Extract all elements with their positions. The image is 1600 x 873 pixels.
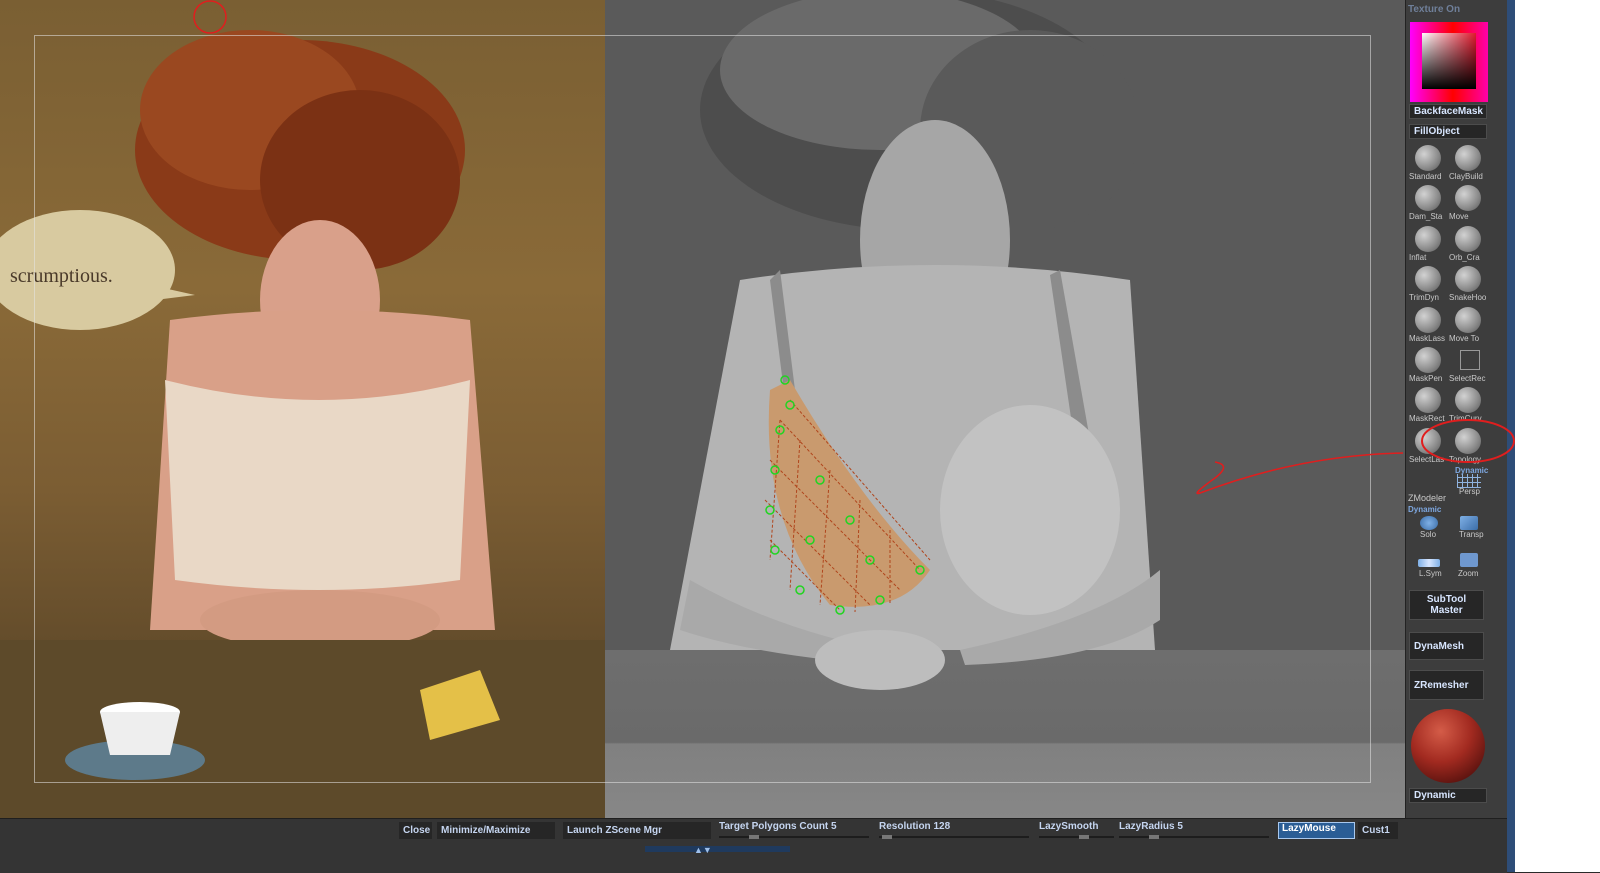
resolution-slider[interactable]: Resolution 128	[879, 821, 1029, 841]
moveto-brush-icon	[1455, 307, 1481, 333]
snakehook-brush-icon	[1455, 266, 1481, 292]
zoom-icon	[1460, 553, 1478, 567]
zoom-button[interactable]: Zoom	[1449, 550, 1489, 582]
topology-highlight-circle	[1421, 419, 1515, 463]
lazyradius-slider[interactable]: LazyRadius 5	[1119, 821, 1269, 841]
maskrect-brush-icon	[1415, 387, 1441, 413]
texture-label: Texture On	[1408, 4, 1461, 15]
inflat-brush-icon	[1415, 226, 1441, 252]
local-symmetry-icon	[1418, 559, 1440, 567]
damstandard-brush-icon	[1415, 185, 1441, 211]
minimize-maximize-button[interactable]: Minimize/Maximize	[437, 822, 555, 839]
dynamic-bottom-button[interactable]: Dynamic	[1409, 788, 1487, 803]
slider-track	[1039, 836, 1114, 838]
trimcurve-brush-icon	[1455, 387, 1481, 413]
viewport-canvas[interactable]: scrumptious.	[0, 0, 1405, 818]
fill-object-button[interactable]: FillObject	[1409, 124, 1487, 139]
slider-knob[interactable]	[882, 835, 892, 839]
move-brush-icon	[1455, 185, 1481, 211]
solo-button[interactable]: Solo	[1409, 511, 1449, 543]
brush-maskpen[interactable]: MaskPen	[1409, 345, 1449, 385]
slider-track	[719, 836, 869, 838]
dynamesh-button[interactable]: DynaMesh	[1409, 632, 1484, 660]
selectrect-brush-icon	[1460, 350, 1480, 370]
lsym-button[interactable]: L.Sym	[1409, 550, 1449, 582]
brush-claybuild[interactable]: ClayBuild	[1449, 143, 1489, 183]
orbcrack-brush-icon	[1455, 226, 1481, 252]
material-sphere[interactable]	[1411, 709, 1485, 783]
persp-button[interactable]: Persp	[1449, 468, 1489, 508]
close-button[interactable]: Close	[399, 822, 432, 839]
blank-area	[1515, 0, 1600, 872]
brush-orbcrack[interactable]: Orb_Cra	[1449, 224, 1489, 264]
brush-selectrect[interactable]: SelectRec	[1449, 345, 1489, 385]
brush-snakehook[interactable]: SnakeHoo	[1449, 264, 1489, 304]
transparency-icon	[1460, 516, 1478, 530]
solo-icon	[1420, 516, 1438, 530]
trimdynamic-brush-icon	[1415, 266, 1441, 292]
brush-damstandard[interactable]: Dam_Sta	[1409, 183, 1449, 223]
subtool-master-button[interactable]: SubTool Master	[1409, 590, 1484, 620]
lazymouse-toggle[interactable]: LazyMouse	[1278, 822, 1355, 839]
brush-inflat[interactable]: Inflat	[1409, 224, 1449, 264]
zmodeler-label[interactable]: ZModeler	[1408, 493, 1446, 503]
zremesher-button[interactable]: ZRemesher	[1409, 670, 1484, 700]
slider-track	[1119, 836, 1269, 838]
slider-knob[interactable]	[1149, 835, 1159, 839]
claybuild-brush-icon	[1455, 145, 1481, 171]
slider-knob[interactable]	[749, 835, 759, 839]
slider-knob[interactable]	[1079, 835, 1089, 839]
color-picker-field[interactable]	[1422, 33, 1476, 89]
target-polygons-slider[interactable]: Target Polygons Count 5	[719, 821, 869, 841]
brush-moveto[interactable]: Move To	[1449, 305, 1489, 345]
brush-masklasso[interactable]: MaskLass	[1409, 305, 1449, 345]
brush-move[interactable]: Move	[1449, 183, 1489, 223]
brush-trimdynamic[interactable]: TrimDyn	[1409, 264, 1449, 304]
brush-standard[interactable]: Standard	[1409, 143, 1449, 183]
maskpen-brush-icon	[1415, 347, 1441, 373]
slider-track	[879, 836, 1029, 838]
standard-brush-icon	[1415, 145, 1441, 171]
launch-zscene-button[interactable]: Launch ZScene Mgr	[563, 822, 711, 839]
perspective-grid-icon	[1457, 474, 1481, 488]
masklasso-brush-icon	[1415, 307, 1441, 333]
chevron-down-icon: ▲▼	[694, 845, 712, 855]
cust1-button[interactable]: Cust1	[1358, 822, 1398, 839]
transp-button[interactable]: Transp	[1449, 511, 1489, 543]
shelf-collapse-handle[interactable]	[645, 846, 790, 852]
backface-mask-button[interactable]: BackfaceMask	[1409, 104, 1487, 119]
lazysmooth-slider[interactable]: LazySmooth	[1039, 821, 1114, 841]
annotation-arrow	[1196, 452, 1404, 495]
